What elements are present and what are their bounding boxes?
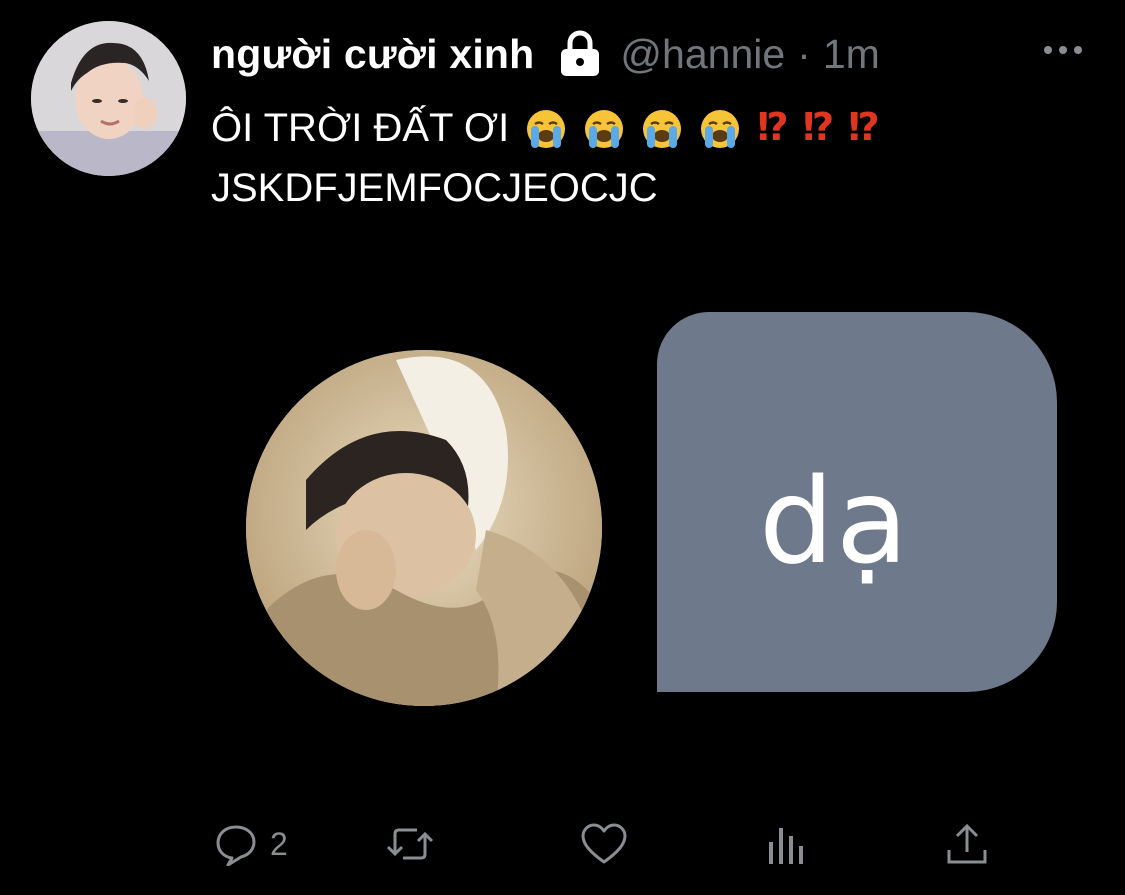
retweet-button[interactable] — [385, 818, 435, 870]
more-icon[interactable] — [1040, 40, 1086, 60]
tweet-text-line-2: JSKDFJEMFOCJEOCJC — [211, 158, 878, 218]
tweet-media[interactable]: dạ — [211, 240, 1125, 800]
reply-count: 2 — [270, 825, 288, 862]
tweet-text-keysmash: JSKDFJEMFOCJEOCJC — [211, 166, 658, 210]
bubble-text: dạ — [759, 452, 911, 590]
tweet: người cười xinh @hannie · 1m ÔI TRỜI ĐẤT… — [0, 0, 1125, 895]
timestamp[interactable]: 1m — [823, 31, 880, 78]
like-icon — [580, 822, 628, 866]
loudly-crying-emoji — [641, 107, 683, 149]
tweet-header: người cười xinh @hannie · 1m — [211, 30, 880, 78]
handle[interactable]: @hannie — [620, 31, 785, 78]
loudly-crying-emoji — [583, 107, 625, 149]
reply-button[interactable]: 2 — [214, 818, 288, 870]
avatar[interactable] — [31, 21, 186, 176]
speech-bubble: dạ — [657, 312, 1057, 692]
separator-dot: · — [797, 30, 811, 77]
share-button[interactable] — [945, 818, 989, 870]
tweet-text: ÔI TRỜI ĐẤT ƠI ⁉ ⁉ ⁉ JSKDFJEMFOCJEOCJC — [211, 98, 880, 218]
lock-icon — [558, 30, 602, 78]
loudly-crying-emoji — [525, 107, 567, 149]
display-name[interactable]: người cười xinh — [211, 31, 534, 78]
action-bar: 2 — [0, 818, 1125, 870]
interrobang-emoji: ⁉ — [848, 107, 879, 149]
tweet-text-line-1: ÔI TRỜI ĐẤT ƠI ⁉ ⁉ ⁉ — [211, 98, 880, 158]
retweet-icon — [385, 822, 435, 866]
interrobang-emoji: ⁉ — [802, 107, 834, 149]
analytics-icon — [766, 822, 806, 866]
tweet-text-main: ÔI TRỜI ĐẤT ƠI — [211, 106, 510, 150]
loudly-crying-emoji — [699, 107, 741, 149]
like-button[interactable] — [580, 818, 628, 870]
reply-icon — [214, 822, 258, 866]
media-profile-photo — [246, 350, 602, 706]
analytics-button[interactable] — [766, 818, 806, 870]
interrobang-emoji: ⁉ — [757, 107, 788, 149]
share-icon — [945, 822, 989, 866]
